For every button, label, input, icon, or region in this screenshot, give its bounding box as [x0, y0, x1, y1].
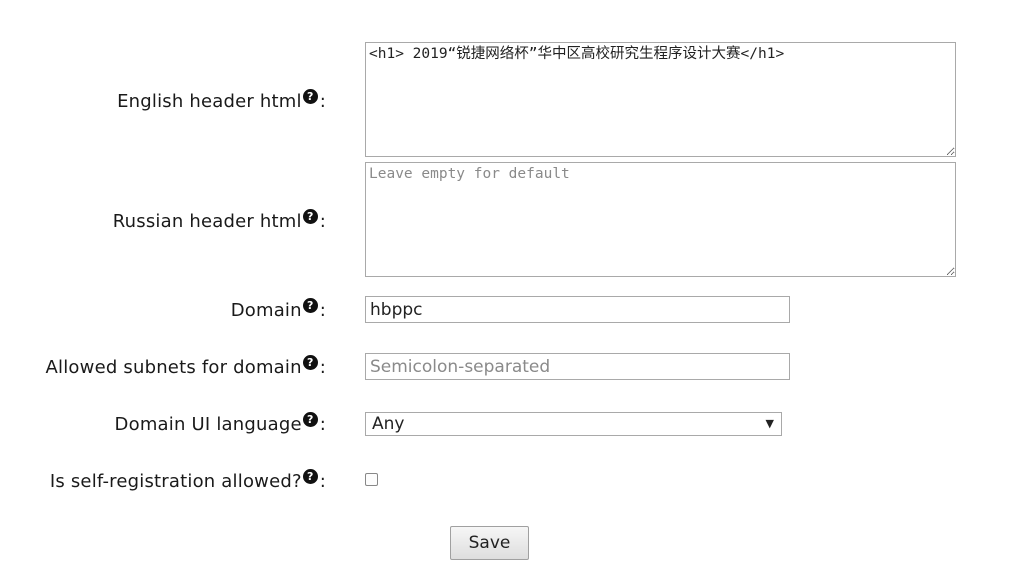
self-registration-checkbox[interactable]: [365, 473, 378, 486]
question-circle-icon[interactable]: ?: [302, 297, 318, 313]
save-button[interactable]: Save: [450, 526, 529, 560]
allowed-subnets-label: Allowed subnets for domain?:: [45, 354, 326, 378]
russian-header-textarea[interactable]: [365, 162, 956, 277]
russian-header-label: Russian header html?:: [112, 208, 326, 232]
question-circle-icon[interactable]: ?: [302, 411, 318, 427]
domain-label: Domain?:: [230, 297, 326, 321]
chevron-down-icon: ▼: [765, 417, 774, 430]
english-header-label: English header html?:: [117, 88, 326, 112]
question-circle-icon[interactable]: ?: [302, 88, 318, 104]
ui-language-label: Domain UI language?:: [114, 411, 326, 435]
question-circle-icon[interactable]: ?: [302, 208, 318, 224]
question-circle-icon[interactable]: ?: [302, 354, 318, 370]
question-circle-icon[interactable]: ?: [302, 468, 318, 484]
ui-language-select[interactable]: Any ▼: [365, 412, 782, 436]
self-registration-label: Is self-registration allowed??:: [49, 468, 326, 492]
english-header-textarea[interactable]: <h1> 2019“锐捷网络杯”华中区高校研究生程序设计大赛</h1>: [365, 42, 956, 157]
allowed-subnets-input[interactable]: [365, 353, 790, 380]
ui-language-selected-value: Any: [372, 414, 405, 434]
domain-input[interactable]: [365, 296, 790, 323]
